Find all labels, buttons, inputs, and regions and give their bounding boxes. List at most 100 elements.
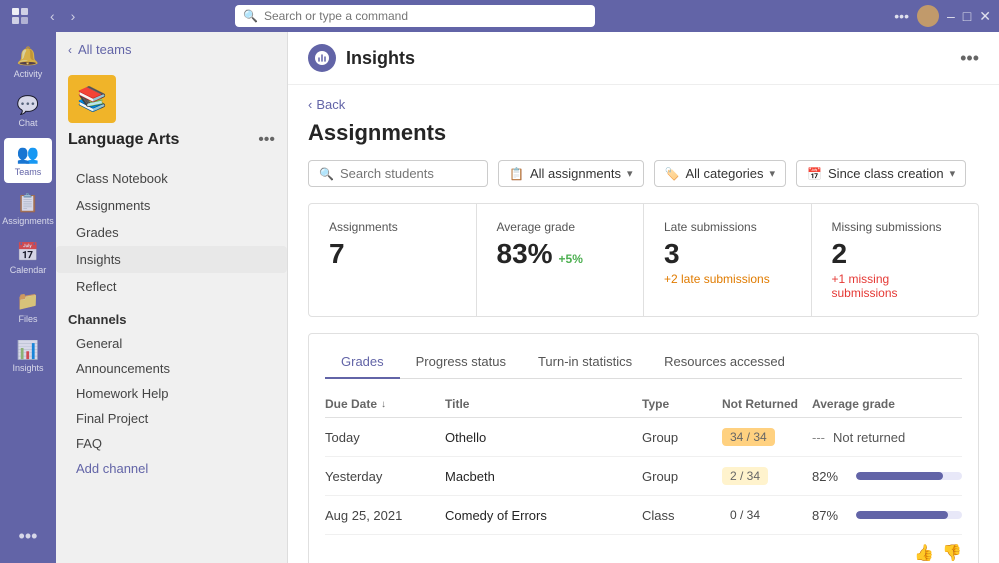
- header-more-button[interactable]: •••: [960, 48, 979, 69]
- rail-item-assignments[interactable]: 📋 Assignments: [4, 187, 52, 232]
- insights-icon: 📊: [17, 340, 39, 361]
- row3-grade-bar: [856, 511, 948, 519]
- rail-item-teams[interactable]: 👥 Teams: [4, 138, 52, 183]
- row2-type: Group: [642, 469, 722, 484]
- stat-late-number: 3: [664, 238, 680, 270]
- stat-average-number: 83%: [497, 238, 553, 270]
- rail-item-insights[interactable]: 📊 Insights: [4, 334, 52, 379]
- thumbs-down-button[interactable]: 👎: [942, 543, 962, 563]
- channel-announcements[interactable]: Announcements: [56, 356, 287, 381]
- sidebar-item-grades[interactable]: Grades: [56, 219, 287, 246]
- table-row: Today Othello Group 34 / 34 --- Not retu…: [325, 418, 962, 457]
- stat-late-label: Late submissions: [664, 220, 791, 234]
- row3-grade: 87%: [812, 508, 962, 523]
- channel-general[interactable]: General: [56, 331, 287, 356]
- sidebar-item-assignments[interactable]: Assignments: [56, 192, 287, 219]
- rail-insights-label: Insights: [12, 363, 43, 373]
- stat-missing-label: Missing submissions: [832, 220, 959, 234]
- tab-resources[interactable]: Resources accessed: [648, 346, 801, 379]
- channels-header: Channels: [56, 300, 287, 331]
- col-header-date: Due Date ↓: [325, 397, 445, 411]
- activity-icon: 🔔: [17, 46, 39, 67]
- stat-average-grade: Average grade 83% +5%: [477, 204, 645, 316]
- close-button[interactable]: ✕: [979, 8, 991, 25]
- forward-nav-button[interactable]: ›: [65, 6, 82, 26]
- stat-assignments: Assignments 7: [309, 204, 477, 316]
- categories-filter[interactable]: 🏷️ All categories ▾: [654, 160, 787, 187]
- user-avatar[interactable]: [917, 5, 939, 27]
- categories-filter-icon: 🏷️: [665, 167, 680, 181]
- stat-late-value: 3: [664, 238, 791, 270]
- tab-progress[interactable]: Progress status: [400, 346, 522, 379]
- search-icon: 🔍: [243, 9, 258, 23]
- maximize-button[interactable]: □: [963, 8, 971, 24]
- since-filter[interactable]: 📅 Since class creation ▾: [796, 160, 966, 187]
- assignments-filter-label: All assignments: [530, 166, 621, 181]
- filter-bar: 🔍 📋 All assignments ▾ 🏷️ All categories …: [308, 160, 979, 187]
- since-chevron-icon: ▾: [950, 167, 956, 180]
- row3-date: Aug 25, 2021: [325, 508, 445, 523]
- categories-filter-label: All categories: [685, 166, 763, 181]
- stat-missing-value: 2: [832, 238, 959, 270]
- main-content: Insights ••• ‹ Back Assignments 🔍 📋 All …: [288, 32, 999, 563]
- app-logo: [8, 4, 32, 28]
- rail-item-chat[interactable]: 💬 Chat: [4, 89, 52, 134]
- back-chevron-icon: ‹: [308, 97, 312, 112]
- main-body: ‹ Back Assignments 🔍 📋 All assignments ▾…: [288, 85, 999, 563]
- main-header-title: Insights: [346, 48, 960, 69]
- rail-item-activity[interactable]: 🔔 Activity: [4, 40, 52, 85]
- channel-homework-help[interactable]: Homework Help: [56, 381, 287, 406]
- row2-grade-text: 82%: [812, 469, 848, 484]
- team-name-row: Language Arts •••: [68, 131, 275, 149]
- thumbs-up-button[interactable]: 👍: [914, 543, 934, 563]
- global-search-input[interactable]: [264, 9, 587, 23]
- rail-item-files[interactable]: 📁 Files: [4, 285, 52, 330]
- channel-faq[interactable]: FAQ: [56, 431, 287, 456]
- table-row: Aug 25, 2021 Comedy of Errors Class 0 / …: [325, 496, 962, 535]
- row2-grade: 82%: [812, 469, 962, 484]
- back-link[interactable]: ‹ Back: [308, 85, 979, 120]
- row1-title: Othello: [445, 430, 642, 445]
- team-more-button[interactable]: •••: [258, 131, 275, 149]
- row1-notreturned: 34 / 34: [722, 428, 812, 446]
- row1-notreturned-badge: 34 / 34: [722, 428, 775, 446]
- stat-average-change: +5%: [559, 252, 583, 266]
- feedback-row: 👍 👎: [325, 535, 962, 563]
- rail-calendar-label: Calendar: [10, 265, 47, 275]
- stat-average-value: 83% +5%: [497, 238, 624, 270]
- table-row: Yesterday Macbeth Group 2 / 34 82%: [325, 457, 962, 496]
- titlebar: ‹ › 🔍 ••• – □ ✕: [0, 0, 999, 32]
- col-header-grade: Average grade: [812, 397, 962, 411]
- more-options-button[interactable]: •••: [894, 8, 909, 24]
- rail-item-calendar[interactable]: 📅 Calendar: [4, 236, 52, 281]
- sidebar-item-reflect[interactable]: Reflect: [56, 273, 287, 300]
- global-search-box[interactable]: 🔍: [235, 5, 595, 27]
- rail-more-button[interactable]: •••: [19, 526, 38, 555]
- sidebar-item-class-notebook[interactable]: Class Notebook: [56, 165, 287, 192]
- search-students-box[interactable]: 🔍: [308, 160, 488, 187]
- assignments-filter[interactable]: 📋 All assignments ▾: [498, 160, 644, 187]
- rail-files-label: Files: [18, 314, 37, 324]
- stat-average-label: Average grade: [497, 220, 624, 234]
- add-channel-button[interactable]: Add channel: [56, 456, 287, 481]
- stat-assignments-number: 7: [329, 238, 345, 270]
- all-teams-link[interactable]: ‹ All teams: [56, 32, 287, 67]
- back-nav-button[interactable]: ‹: [44, 6, 61, 26]
- row1-grade-label: Not returned: [833, 430, 905, 445]
- col-header-title: Title: [445, 397, 642, 411]
- row2-grade-bar-container: [856, 472, 962, 480]
- stat-missing-number: 2: [832, 238, 848, 270]
- assignments-icon: 📋: [17, 193, 39, 214]
- search-students-input[interactable]: [340, 166, 516, 181]
- channel-final-project[interactable]: Final Project: [56, 406, 287, 431]
- sidebar-item-insights[interactable]: Insights: [56, 246, 287, 273]
- row3-grade-bar-container: [856, 511, 962, 519]
- row1-grade-dashes: ---: [812, 430, 825, 445]
- tab-turnin[interactable]: Turn-in statistics: [522, 346, 648, 379]
- row1-grade: --- Not returned: [812, 430, 962, 445]
- minimize-button[interactable]: –: [947, 8, 955, 24]
- tab-grades[interactable]: Grades: [325, 346, 400, 379]
- col-header-notreturned: Not Returned: [722, 397, 812, 411]
- team-avatar: 📚: [68, 75, 116, 123]
- row3-notreturned: 0 / 34: [722, 506, 812, 524]
